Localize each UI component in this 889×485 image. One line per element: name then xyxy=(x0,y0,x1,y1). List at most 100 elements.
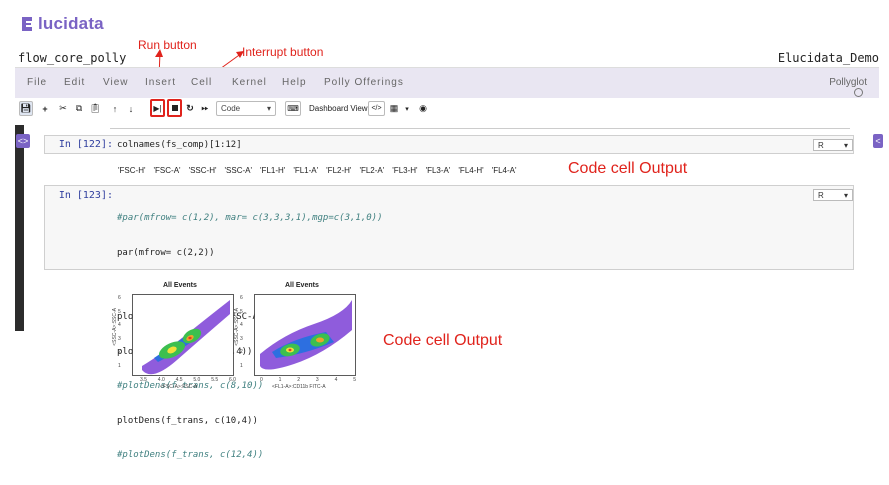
right-panel-toggle[interactable]: < xyxy=(873,134,883,148)
xtick: 5.5 xyxy=(211,377,219,383)
cell-prompt: In [122]: xyxy=(58,139,113,150)
menu-cell[interactable]: Cell xyxy=(191,77,212,88)
ytick: 6 xyxy=(118,295,121,301)
output-item: 'FL3-H' xyxy=(392,166,418,175)
move-up-button[interactable]: ↑ xyxy=(109,101,121,116)
run-icon: ▶| xyxy=(153,103,162,113)
output-item: 'FL1-H' xyxy=(260,166,286,175)
user-name[interactable]: Elucidata_Demo xyxy=(778,51,879,65)
cut-button[interactable]: ✂ xyxy=(57,101,69,116)
restart-run-all-button[interactable]: ⏩︎ xyxy=(199,101,211,116)
plot-xlabel: <FSC-A>:FSC-A xyxy=(160,384,198,390)
ytick: 1 xyxy=(240,362,243,369)
ytick: 4 xyxy=(118,322,121,328)
paste-button[interactable]: 📋︎ xyxy=(89,101,101,116)
chevron-down-icon: ▾ xyxy=(266,104,271,113)
menu-kernel[interactable]: Kernel xyxy=(232,77,267,88)
cell-language-value: R xyxy=(818,140,824,150)
view-dropdown[interactable]: ▾ xyxy=(402,101,412,116)
code-cell-123[interactable]: In [123]: #par(mfrow= c(1,2), mar= c(3,3… xyxy=(44,185,854,460)
menu-file[interactable]: File xyxy=(27,77,47,88)
menu-polly-offerings[interactable]: Polly Offerings xyxy=(324,77,404,88)
left-dark-panel xyxy=(15,125,24,331)
menubar: File Edit View Insert Cell Kernel Help P… xyxy=(15,68,879,99)
output-item: 'SSC-H' xyxy=(188,166,217,175)
dashboard-button[interactable]: ◉ xyxy=(416,101,430,116)
density-plot-2: All Events <SSC-A>:SSC-A 6 5 4 3 2 1 0 1… xyxy=(232,280,362,390)
chevron-down-icon: ▾ xyxy=(843,190,848,200)
paste-icon: 📋︎ xyxy=(89,103,101,113)
dashboard-view-label: Dashboard View: xyxy=(309,104,370,113)
grid-view-button[interactable]: ▦ xyxy=(387,101,401,116)
move-down-button[interactable]: ↓ xyxy=(125,101,137,116)
cell-prompt: In [123]: xyxy=(58,190,113,201)
xtick: 4.0 xyxy=(157,377,165,383)
elucidata-logo-icon xyxy=(22,17,32,31)
cell-language-select[interactable]: R ▾ xyxy=(813,139,853,151)
plot-yticks: 6 5 4 3 2 1 xyxy=(240,292,243,373)
chevron-down-icon: ▾ xyxy=(843,140,848,150)
elucidata-logo[interactable]: lucidata xyxy=(20,12,104,36)
stop-icon xyxy=(171,105,178,111)
cell-output-122: 'FSC-H' 'FSC-A' 'SSC-H' 'SSC-A' 'FL1-H' … xyxy=(118,166,517,175)
ytick: 3 xyxy=(240,335,243,342)
plot-xlabel: <FL1-A>:CD11b FITC-A xyxy=(272,384,326,390)
code-view-button[interactable]: </> xyxy=(368,101,385,116)
previous-cell-edge xyxy=(110,128,850,129)
output-item: 'SSC-A' xyxy=(224,166,253,175)
ytick: 1 xyxy=(118,362,121,369)
output-item: 'FSC-H' xyxy=(118,166,146,175)
fast-forward-icon: ⏩︎ xyxy=(201,103,209,113)
menu-edit[interactable]: Edit xyxy=(64,77,85,88)
restart-icon: ↻ xyxy=(186,103,194,113)
code-line: #par(mfrow= c(1,2), mar= c(3,3,3,1),mgp=… xyxy=(117,213,383,223)
ytick: 3 xyxy=(118,335,121,342)
plot-xticks: 0 1 2 3 4 5 xyxy=(260,377,356,383)
ytick: 5 xyxy=(118,308,121,315)
cell-language-value: R xyxy=(818,190,824,200)
xtick: 0 xyxy=(260,377,263,383)
cell-type-value: Code xyxy=(221,104,241,113)
interrupt-button-annotation: Interrupt button xyxy=(242,45,324,59)
ytick: 5 xyxy=(240,308,243,315)
density-plot-1: All Events <SSC-A>:SSC-A 6 5 4 3 2 1 3.5… xyxy=(110,280,240,390)
xtick: 5.0 xyxy=(193,377,201,383)
cell-language-select[interactable]: R ▾ xyxy=(813,189,853,201)
copy-icon: ⧉ xyxy=(75,103,83,113)
xtick: 3 xyxy=(315,377,319,383)
menu-insert[interactable]: Insert xyxy=(145,77,176,88)
code-icon: </> xyxy=(371,105,382,112)
command-palette-button[interactable]: ⌨ xyxy=(285,101,301,116)
output-item: 'FSC-A' xyxy=(153,166,181,175)
pollyglot-label[interactable]: Pollyglot xyxy=(829,77,867,88)
code-line: plotDens(f_trans, c(10,4)) xyxy=(117,415,258,426)
copy-button[interactable]: ⧉ xyxy=(73,101,85,116)
run-button[interactable]: ▶| xyxy=(150,99,165,117)
kernel-status-icon xyxy=(854,88,863,97)
save-button[interactable]: 💾︎ xyxy=(19,101,33,116)
cell-type-select[interactable]: Code ▾ xyxy=(216,101,276,116)
notebook-name[interactable]: flow_core_polly xyxy=(18,51,126,65)
xtick: 1 xyxy=(278,377,282,383)
interrupt-button[interactable] xyxy=(167,99,182,117)
insert-cell-button[interactable]: + xyxy=(39,101,51,116)
output-item: 'FL2-H' xyxy=(326,166,352,175)
density-peak-2 xyxy=(316,337,324,343)
logo-text: lucidata xyxy=(38,14,104,33)
cell-code[interactable]: colnames(fs_comp)[1:12] xyxy=(117,140,242,152)
code-line: #plotDens(f_trans, c(12,4)) xyxy=(117,450,264,460)
code-cell-122[interactable]: In [122]: colnames(fs_comp)[1:12] R ▾ xyxy=(44,135,854,154)
output-item: 'FL3-A' xyxy=(425,166,451,175)
dashboard-icon: ◉ xyxy=(419,103,427,113)
plot-area xyxy=(132,294,234,376)
plot-title: All Events xyxy=(285,282,319,289)
plus-icon: + xyxy=(42,103,48,114)
save-icon: 💾︎ xyxy=(20,103,32,113)
ytick: 2 xyxy=(240,349,243,355)
menu-help[interactable]: Help xyxy=(282,77,307,88)
left-panel-toggle[interactable]: <> xyxy=(16,134,30,148)
restart-button[interactable]: ↻ xyxy=(184,101,196,116)
xtick: 3.5 xyxy=(140,377,147,383)
chevron-left-icon: < xyxy=(875,136,881,146)
menu-view[interactable]: View xyxy=(103,77,129,88)
